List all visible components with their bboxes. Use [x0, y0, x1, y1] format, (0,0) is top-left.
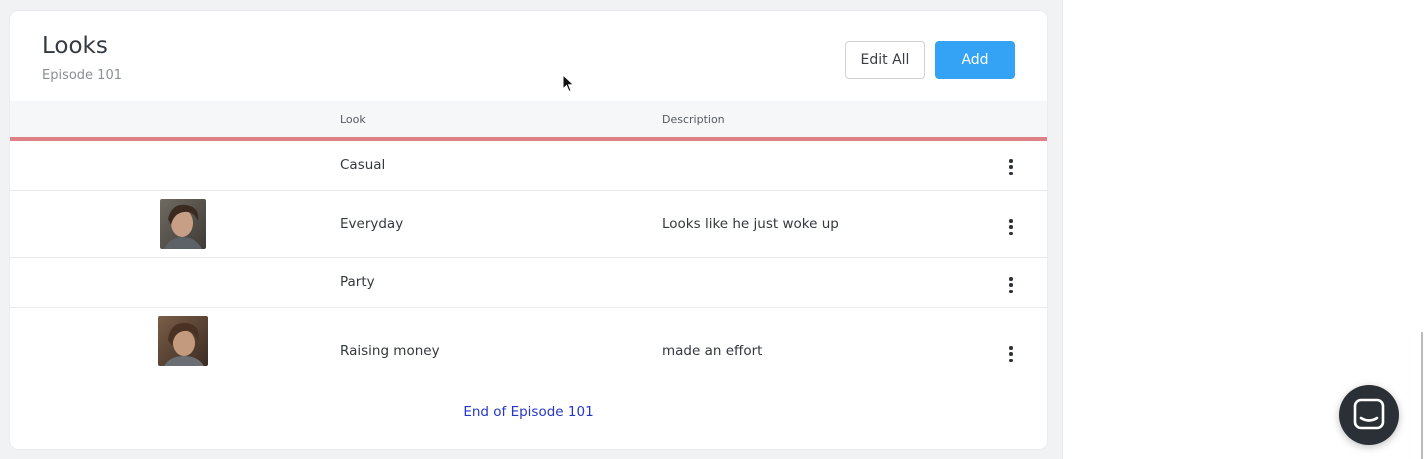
page-subtitle: Episode 101 — [42, 68, 122, 83]
card-header: Looks Episode 101 Edit All Add — [10, 11, 1047, 101]
look-thumbnail[interactable] — [158, 316, 208, 366]
look-name: Casual — [340, 157, 386, 173]
look-description: made an effort — [662, 343, 763, 359]
table-row[interactable]: Party — [10, 258, 1047, 308]
scrollbar-thumb[interactable] — [1421, 332, 1423, 459]
row-menu-kebab-menu-icon[interactable] — [1004, 217, 1018, 237]
row-menu-kebab-menu-icon[interactable] — [1004, 157, 1018, 177]
add-button[interactable]: Add — [935, 41, 1015, 79]
table-row[interactable]: Raising money made an effort — [10, 308, 1047, 374]
chat-launcher-button[interactable] — [1339, 385, 1399, 445]
column-header-look[interactable]: Look — [340, 113, 366, 126]
look-thumbnail[interactable] — [160, 199, 206, 249]
table-row[interactable]: Everyday Looks like he just woke up — [10, 191, 1047, 258]
look-description: Looks like he just woke up — [662, 216, 839, 232]
end-of-episode-link[interactable]: End of Episode 101 — [10, 404, 1047, 420]
mouse-pointer-icon — [562, 73, 576, 98]
look-name: Party — [340, 274, 375, 290]
look-name: Raising money — [340, 343, 440, 359]
looks-card: Looks Episode 101 Edit All Add Look Desc… — [10, 11, 1047, 449]
table-header: Look Description — [10, 101, 1047, 141]
look-name: Everyday — [340, 216, 404, 232]
page-title: Looks — [42, 33, 108, 59]
edit-all-button[interactable]: Edit All — [845, 41, 925, 79]
table-row[interactable]: Casual — [10, 141, 1047, 191]
column-header-description[interactable]: Description — [662, 113, 725, 126]
chat-icon — [1353, 398, 1385, 430]
row-menu-kebab-menu-icon[interactable] — [1004, 344, 1018, 364]
row-menu-kebab-menu-icon[interactable] — [1004, 275, 1018, 295]
